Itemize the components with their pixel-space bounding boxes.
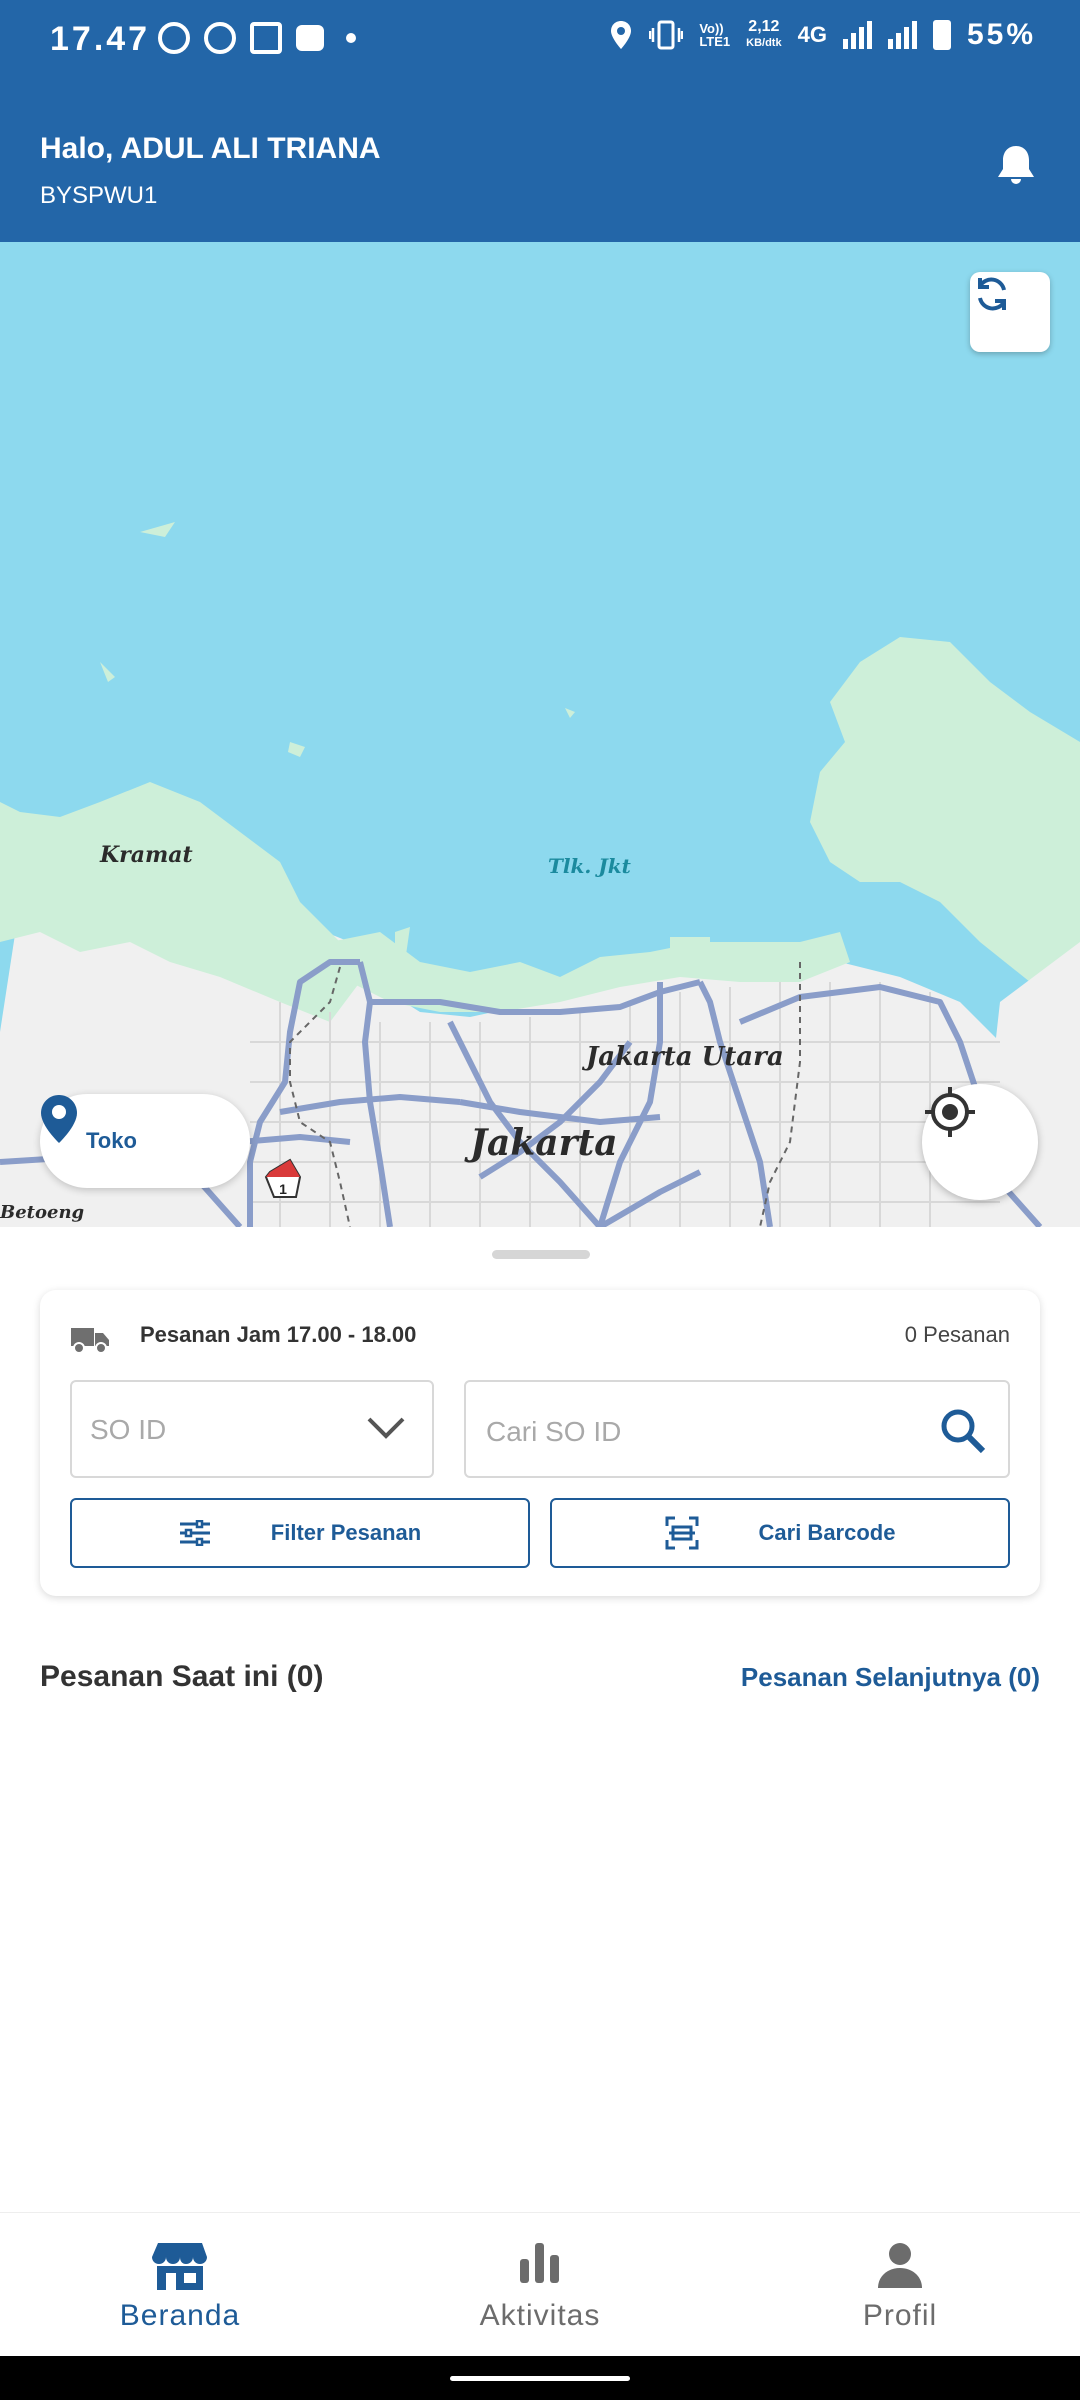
location-icon bbox=[611, 21, 632, 49]
map-pin-icon bbox=[41, 1095, 77, 1143]
toko-button[interactable]: Toko bbox=[40, 1094, 250, 1188]
order-time-slot: Pesanan Jam 17.00 - 18.00 bbox=[140, 1322, 417, 1347]
filter-orders-label: Filter Pesanan bbox=[270, 1520, 422, 1545]
status-time: 17.47 bbox=[50, 20, 151, 58]
toko-label: Toko bbox=[86, 1128, 137, 1153]
wallet-icon bbox=[296, 25, 324, 51]
network-type: 4G bbox=[797, 22, 827, 47]
signal-icon-2 bbox=[887, 21, 917, 49]
scan-barcode-button[interactable]: Cari Barcode bbox=[550, 1498, 1010, 1568]
nav-label-beranda: Beranda bbox=[119, 2299, 241, 2332]
sliders-icon bbox=[179, 1520, 210, 1546]
map-label-bay: Tlk. Jkt bbox=[548, 854, 631, 878]
notification-icons bbox=[158, 22, 356, 54]
whatsapp-icon bbox=[158, 22, 190, 54]
next-orders-link[interactable]: Pesanan Selanjutnya (0) bbox=[741, 1662, 1040, 1693]
nav-label-aktivitas: Aktivitas bbox=[479, 2299, 601, 2332]
whatsapp-business-icon bbox=[204, 22, 236, 54]
data-unit: KB/dtk bbox=[746, 37, 782, 49]
vibrate-icon bbox=[649, 20, 684, 50]
lte-label: LTE1 bbox=[699, 34, 731, 49]
status-indicators: Vo)) LTE1 2,12 KB/dtk 4G 55% bbox=[609, 18, 1036, 52]
order-count: 0 Pesanan bbox=[904, 1322, 1010, 1347]
scan-barcode-label: Cari Barcode bbox=[758, 1520, 896, 1545]
greeting: Halo, ADUL ALI TRIANA bbox=[40, 132, 381, 165]
status-bar: 17.47 Vo)) LTE1 2,12 KB/dtk 4G 55% bbox=[0, 0, 1080, 80]
truck-icon bbox=[71, 1328, 109, 1354]
barcode-scan-icon bbox=[665, 1516, 699, 1550]
signal-icon bbox=[842, 21, 872, 49]
so-id-dropdown[interactable]: SO ID bbox=[70, 1380, 434, 1478]
nav-item-aktivitas[interactable]: Aktivitas bbox=[360, 2213, 720, 2357]
sheet-drag-handle[interactable] bbox=[492, 1250, 590, 1259]
map-canvas[interactable]: 1 bbox=[0, 242, 1080, 1227]
search-icon[interactable] bbox=[940, 1408, 986, 1454]
nav-label-profil: Profil bbox=[862, 2299, 938, 2332]
route-shield-number: 1 bbox=[279, 1181, 287, 1197]
my-location-button[interactable] bbox=[922, 1084, 1038, 1200]
bar-chart-icon bbox=[520, 2243, 559, 2283]
so-id-search-input[interactable] bbox=[484, 1406, 918, 1458]
more-notifications-dot bbox=[346, 33, 356, 43]
map-label-betoeng: Betoeng bbox=[0, 1202, 85, 1223]
filter-orders-button[interactable]: Filter Pesanan bbox=[70, 1498, 530, 1568]
gesture-bar-area bbox=[0, 2356, 1080, 2400]
bell-icon[interactable] bbox=[992, 142, 1040, 190]
tiktok-icon bbox=[250, 22, 282, 54]
store-icon bbox=[152, 2243, 207, 2290]
battery-icon bbox=[932, 20, 951, 50]
chevron-down-icon bbox=[367, 1417, 405, 1439]
battery-level: 55% bbox=[966, 18, 1036, 51]
bottom-navigation: Beranda Aktivitas Profil bbox=[0, 2212, 1080, 2357]
map-label-jakarta: Jakarta bbox=[470, 1122, 618, 1164]
refresh-icon bbox=[978, 277, 1006, 311]
nav-item-profil[interactable]: Profil bbox=[720, 2213, 1080, 2357]
map-view[interactable]: 1 Kramat Tlk. Jkt Jakarta Utara Jakarta … bbox=[0, 242, 1080, 1227]
person-icon bbox=[878, 2243, 922, 2288]
order-filter-card: Pesanan Jam 17.00 - 18.00 0 Pesanan SO I… bbox=[40, 1290, 1040, 1596]
so-id-dropdown-label: SO ID bbox=[90, 1414, 167, 1445]
app-header: Halo, ADUL ALI TRIANA BYSPWU1 bbox=[0, 80, 1080, 242]
map-label-kramat: Kramat bbox=[100, 842, 193, 868]
refresh-button[interactable] bbox=[970, 272, 1050, 352]
nav-item-beranda[interactable]: Beranda bbox=[0, 2213, 360, 2357]
current-orders-heading[interactable]: Pesanan Saat ini (0) bbox=[40, 1660, 323, 1694]
gesture-handle[interactable] bbox=[450, 2376, 630, 2381]
so-id-search[interactable] bbox=[464, 1380, 1010, 1478]
data-speed: 2,12 bbox=[748, 18, 780, 35]
user-code: BYSPWU1 bbox=[40, 182, 158, 209]
crosshair-icon bbox=[925, 1087, 975, 1137]
map-label-jakarta-utara: Jakarta Utara bbox=[586, 1042, 784, 1072]
